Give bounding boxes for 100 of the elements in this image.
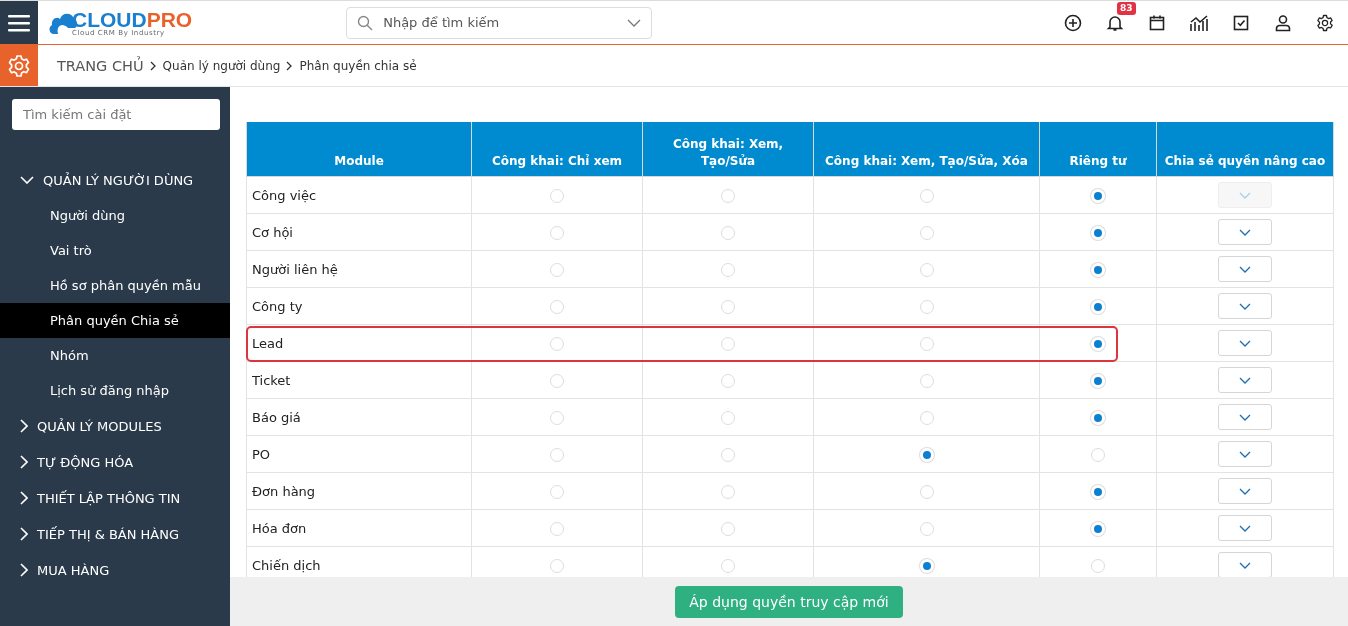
radio-button[interactable] <box>721 521 735 536</box>
radio-button[interactable] <box>550 447 564 462</box>
chevron-down-icon <box>1239 228 1251 236</box>
chevron-right-icon <box>286 60 294 71</box>
chevron-down-icon <box>1239 487 1251 495</box>
chevron-down-icon <box>1239 265 1251 273</box>
table-cell: Người liên hệ <box>252 261 338 277</box>
chevron-down-icon <box>627 18 642 27</box>
radio-button[interactable] <box>550 484 564 499</box>
radio-button[interactable] <box>919 410 934 425</box>
radio-button[interactable] <box>721 373 735 388</box>
sidebar-group[interactable]: QUẢN LÝ NGƯỜI DÙNG <box>0 162 230 198</box>
radio-button[interactable] <box>721 447 735 462</box>
radio-button[interactable] <box>721 225 735 240</box>
settings-icon <box>7 53 31 78</box>
chevron-down-icon <box>1239 450 1251 458</box>
radio-button[interactable] <box>550 521 564 536</box>
menu-icon <box>8 13 30 32</box>
sidebar-group[interactable]: TIẾP THỊ & BÁN HÀNG <box>0 516 230 552</box>
sidebar-group[interactable]: MUA HÀNG <box>0 552 230 588</box>
breadcrumb-link[interactable]: Phân quyền chia sẻ <box>299 58 417 73</box>
radio-button[interactable] <box>919 188 934 203</box>
radio-button[interactable] <box>550 373 564 388</box>
column-header: Công khai: Xem, Tạo/Sửa, Xóa <box>813 122 1040 177</box>
radio-button[interactable] <box>919 299 934 314</box>
settings-search-field[interactable]: Tìm kiếm cài đặt <box>12 99 220 130</box>
radio-button[interactable] <box>919 336 934 351</box>
dropdown-button[interactable] <box>1218 404 1272 430</box>
plus-circle-icon <box>1064 13 1082 32</box>
search-field[interactable]: Nhập để tìm kiếm <box>346 6 653 39</box>
notification-count: 83 <box>1117 1 1136 15</box>
menu-button[interactable] <box>0 1 38 44</box>
radio-button[interactable] <box>550 225 564 240</box>
radio-button[interactable] <box>919 373 934 388</box>
breadcrumb-link[interactable]: Quản lý người dùng <box>162 58 281 73</box>
radio-button[interactable] <box>1091 447 1105 462</box>
column-header: Module <box>246 122 472 177</box>
breadcrumb-link[interactable]: TRANG CHỦ <box>57 57 144 74</box>
column-header: Chia sẻ quyền nâng cao <box>1156 122 1334 177</box>
sidebar-group[interactable]: TỰ ĐỘNG HÓA <box>0 444 230 480</box>
radio-button[interactable] <box>919 225 934 240</box>
logo-text: CLOUDPRO <box>72 9 193 30</box>
dropdown-button[interactable] <box>1218 515 1272 541</box>
search-icon <box>357 14 374 31</box>
radio-button[interactable] <box>919 262 934 277</box>
table-cell: Lead <box>252 335 284 351</box>
radio-button[interactable] <box>1091 558 1105 573</box>
sidebar-item[interactable]: Nhóm <box>0 338 230 373</box>
sidebar-item[interactable]: Vai trò <box>0 233 230 268</box>
radio-button[interactable] <box>721 299 735 314</box>
radio-button[interactable] <box>550 262 564 277</box>
sidebar-item[interactable]: Người dùng <box>0 198 230 233</box>
column-header: Riêng tư <box>1039 122 1157 177</box>
user-icon <box>1274 13 1292 32</box>
radio-button[interactable] <box>721 410 735 425</box>
bell-icon <box>1106 13 1124 32</box>
dropdown-button[interactable] <box>1218 478 1272 504</box>
radio-button[interactable] <box>919 521 934 536</box>
dropdown-button[interactable] <box>1218 441 1272 467</box>
radio-button[interactable] <box>721 336 735 351</box>
dropdown-button[interactable] <box>1218 219 1272 245</box>
dropdown-button[interactable] <box>1218 330 1272 356</box>
chevron-down-icon <box>1239 339 1251 347</box>
table-cell: Công việc <box>252 187 317 203</box>
table-cell: Công ty <box>252 298 303 314</box>
chevron-down-icon <box>1239 376 1251 384</box>
radio-button[interactable] <box>550 336 564 351</box>
radio-button[interactable] <box>721 484 735 499</box>
dropdown-button[interactable] <box>1218 367 1272 393</box>
radio-button[interactable] <box>919 484 934 499</box>
radio-button[interactable] <box>550 410 564 425</box>
sidebar-group[interactable]: THIẾT LẬP THÔNG TIN <box>0 480 230 516</box>
checkbox-icon <box>1232 13 1250 32</box>
table-cell: Chiến dịch <box>252 557 321 573</box>
dropdown-button[interactable] <box>1218 256 1272 282</box>
calendar-icon <box>1148 13 1166 32</box>
radio-button[interactable] <box>550 299 564 314</box>
chevron-right-icon <box>149 60 157 71</box>
table-cell: Hóa đơn <box>252 520 307 536</box>
column-header: Công khai: Xem, Tạo/Sửa <box>642 122 814 177</box>
chevron-down-icon <box>1239 413 1251 421</box>
sidebar-item[interactable]: Hồ sơ phân quyền mẫu <box>0 268 230 303</box>
radio-button[interactable] <box>721 558 735 573</box>
table-cell: Đơn hàng <box>252 483 316 499</box>
radio-button[interactable] <box>721 188 735 203</box>
table-cell: PO <box>252 446 271 462</box>
chart-icon <box>1189 13 1209 32</box>
radio-button[interactable] <box>550 558 564 573</box>
sidebar-group[interactable]: QUẢN LÝ MODULES <box>0 408 230 444</box>
dropdown-button[interactable] <box>1218 293 1272 319</box>
settings-icon <box>1316 13 1334 32</box>
table-cell: Cơ hội <box>252 224 293 240</box>
radio-button[interactable] <box>721 262 735 277</box>
radio-button[interactable] <box>550 188 564 203</box>
dropdown-button[interactable] <box>1218 552 1272 577</box>
notification-button[interactable] <box>1106 13 1124 32</box>
table-cell: Ticket <box>252 372 291 388</box>
sidebar-item[interactable]: Phân quyền Chia sẻ <box>0 303 230 338</box>
sidebar-item[interactable]: Lịch sử đăng nhập <box>0 373 230 408</box>
chevron-down-icon <box>1239 302 1251 310</box>
